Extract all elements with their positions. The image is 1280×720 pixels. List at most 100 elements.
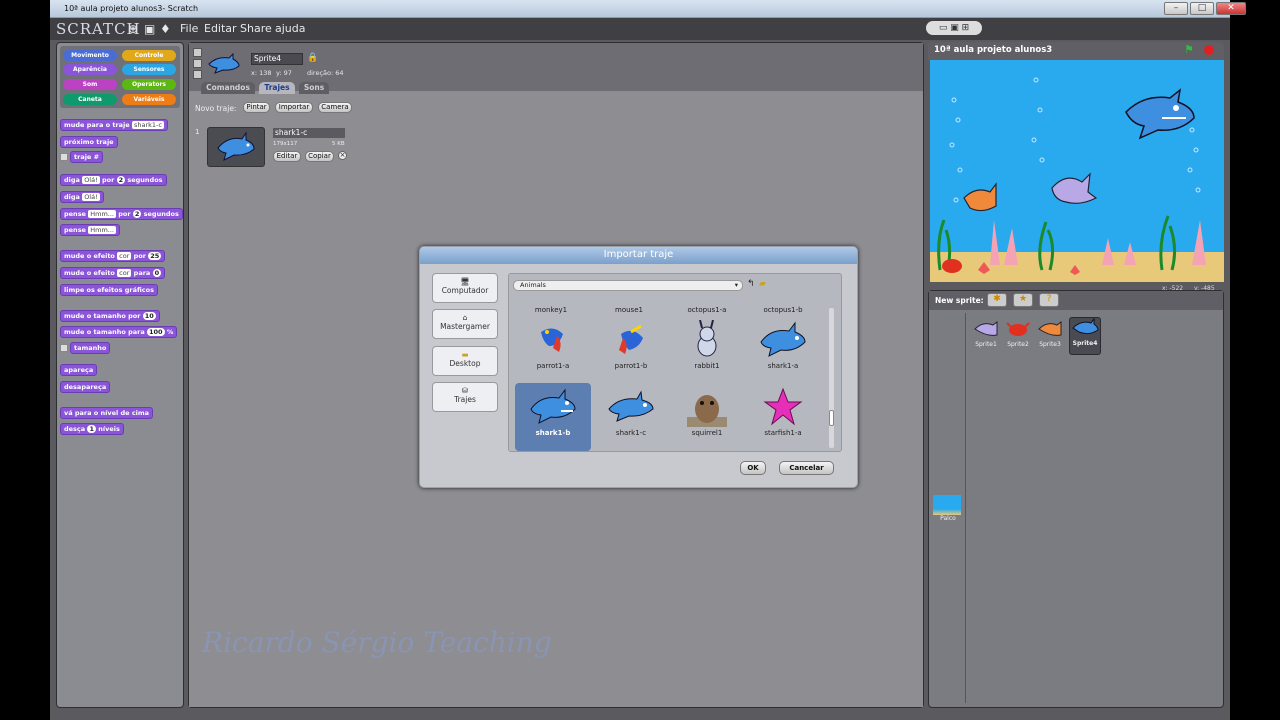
blocks-palette: Movimento Controle Aparência Sensores So… xyxy=(56,42,184,708)
block-set-effect[interactable]: mude o efeito cor para 0 xyxy=(60,267,166,279)
save-icon[interactable]: ▣ xyxy=(144,22,155,36)
category-sensing[interactable]: Sensores xyxy=(122,64,176,75)
stage-canvas[interactable] xyxy=(930,60,1224,282)
stage-mode-buttons[interactable]: ▭ ▣ ⊞ xyxy=(926,21,982,35)
sprite-direction: direção: 64 xyxy=(307,69,344,77)
copy-costume-button[interactable]: Copiar xyxy=(305,151,334,162)
file-item-octopus1-a[interactable]: octopus1-a xyxy=(669,306,745,314)
block-say[interactable]: diga Olá! xyxy=(60,191,104,203)
tab-costumes[interactable]: Trajes xyxy=(259,82,295,94)
sprite-list-pane: New sprite: ✱ ★ ? Sprite1 Sprite2 Sprite… xyxy=(928,290,1224,708)
file-item-octopus1-b[interactable]: octopus1-b xyxy=(745,306,821,314)
block-change-size[interactable]: mude o tamanho por 10 xyxy=(60,310,160,322)
new-folder-icon[interactable]: ▰ xyxy=(759,279,766,289)
block-think-for[interactable]: pense Hmm... por 2 segundos xyxy=(60,208,183,220)
menu-share[interactable]: Share xyxy=(240,22,272,35)
choose-sprite-icon[interactable]: ★ xyxy=(1013,293,1033,307)
file-item-squirrel1[interactable]: squirrel1 xyxy=(669,383,745,451)
sprite-x: x: 138 xyxy=(251,69,272,77)
size-checkbox[interactable] xyxy=(60,344,68,352)
shark-sprite xyxy=(1125,88,1195,140)
sidebar-desktop[interactable]: ▬ Desktop xyxy=(432,346,498,376)
stop-icon[interactable] xyxy=(1204,45,1214,55)
delete-costume-icon[interactable]: × xyxy=(338,151,347,160)
tab-sounds[interactable]: Sons xyxy=(299,82,329,94)
block-clear-effects[interactable]: limpe os efeitos gráficos xyxy=(60,284,158,296)
menu-help[interactable]: ajuda xyxy=(275,22,306,35)
sprite-name-field[interactable]: Sprite4 xyxy=(251,53,303,65)
file-item-starfish1-a[interactable]: starfish1-a xyxy=(745,383,821,451)
menu-file[interactable]: File xyxy=(180,22,198,35)
file-item-parrot1-a[interactable]: parrot1-a xyxy=(515,316,591,384)
rotation-style-none[interactable] xyxy=(193,70,202,79)
costume-dropdown[interactable]: shark1-c xyxy=(131,121,164,129)
block-show[interactable]: apareça xyxy=(60,364,98,376)
minimize-button[interactable]: – xyxy=(1164,2,1188,15)
random-sprite-icon[interactable]: ? xyxy=(1039,293,1059,307)
category-operators[interactable]: Operators xyxy=(122,79,176,90)
category-sound[interactable]: Som xyxy=(63,79,117,90)
folder-icon: ▬ xyxy=(461,350,469,359)
green-flag-icon[interactable]: ⚑ xyxy=(1184,43,1194,56)
category-motion[interactable]: Movimento xyxy=(63,50,117,61)
block-switch-costume[interactable]: mude para o traje shark1-c xyxy=(60,119,168,131)
folder-dropdown[interactable]: Animals ▾ xyxy=(513,280,743,291)
block-say-for[interactable]: diga Olá! por 2 segundos xyxy=(60,174,167,186)
sprite-thumb-2[interactable]: Sprite2 xyxy=(1003,319,1033,348)
up-folder-icon[interactable]: ↰ xyxy=(747,279,755,289)
costumes-icon: ⛁ xyxy=(461,386,469,395)
file-item-shark1-c[interactable]: shark1-c xyxy=(593,383,669,451)
scrollbar-thumb[interactable] xyxy=(829,410,834,426)
category-variables[interactable]: Variáveis xyxy=(122,94,176,105)
computer-icon: 🖥 xyxy=(460,277,470,286)
menu-edit[interactable]: Editar xyxy=(204,22,237,35)
paint-button[interactable]: Pintar xyxy=(243,102,270,113)
category-looks[interactable]: Aparência xyxy=(63,64,117,75)
block-change-effect[interactable]: mude o efeito cor por 25 xyxy=(60,250,166,262)
edit-costume-button[interactable]: Editar xyxy=(273,151,301,162)
block-hide[interactable]: desapareça xyxy=(60,381,111,393)
cancel-button[interactable]: Cancelar xyxy=(779,461,834,475)
file-item-parrot1-b[interactable]: parrot1-b xyxy=(593,316,669,384)
costume-thumbnail[interactable] xyxy=(207,127,265,167)
share-icon[interactable]: ♦ xyxy=(160,22,171,36)
file-item-monkey1[interactable]: monkey1 xyxy=(513,306,589,314)
file-item-shark1-b-selected[interactable]: shark1-b xyxy=(515,383,591,451)
stage-thumbnail[interactable]: Palco xyxy=(933,495,963,522)
sprite-thumb-1[interactable]: Sprite1 xyxy=(971,319,1001,348)
scrollbar-track[interactable] xyxy=(829,308,834,448)
sprite-thumb-4-selected[interactable]: Sprite4 xyxy=(1069,317,1101,355)
block-set-size[interactable]: mude o tamanho para 100 % xyxy=(60,326,178,338)
block-go-back-layers[interactable]: desça 1 níveis xyxy=(60,423,124,435)
category-pen[interactable]: Caneta xyxy=(63,94,117,105)
file-item-rabbit1[interactable]: rabbit1 xyxy=(669,316,745,384)
tab-scripts[interactable]: Comandos xyxy=(201,82,255,94)
lock-icon[interactable]: 🔒 xyxy=(307,53,318,63)
category-control[interactable]: Controle xyxy=(122,50,176,61)
paint-sprite-icon[interactable]: ✱ xyxy=(987,293,1007,307)
costume-name-field[interactable]: shark1-c xyxy=(273,128,345,138)
file-item-mouse1[interactable]: mouse1 xyxy=(591,306,667,314)
file-browser: Animals ▾ ↰ ▰ monkey1 mouse1 octopus1-a o… xyxy=(508,273,842,452)
ok-button[interactable]: OK xyxy=(740,461,766,475)
costume-checkbox[interactable] xyxy=(60,153,68,161)
sprite-thumb-3[interactable]: Sprite3 xyxy=(1035,319,1065,348)
block-size[interactable]: tamanho xyxy=(70,342,111,354)
rotation-style-full[interactable] xyxy=(193,48,202,57)
sidebar-costumes[interactable]: ⛁ Trajes xyxy=(432,382,498,412)
close-window-button[interactable]: ✕ xyxy=(1216,2,1246,15)
block-think[interactable]: pense Hmm... xyxy=(60,224,120,236)
block-text: mude para o traje xyxy=(64,121,130,129)
block-costume-number[interactable]: traje # xyxy=(70,151,104,163)
sidebar-mastergamer[interactable]: ⌂ Mastergamer xyxy=(432,309,498,339)
block-go-to-front[interactable]: vá para o nível de cima xyxy=(60,407,154,419)
rotation-style-flip[interactable] xyxy=(193,59,202,68)
sidebar-computer[interactable]: 🖥 Computador xyxy=(432,273,498,303)
camera-button[interactable]: Camera xyxy=(318,102,352,113)
block-next-costume[interactable]: próximo traje xyxy=(60,136,118,148)
shark-icon xyxy=(608,390,654,422)
file-item-shark1-a[interactable]: shark1-a xyxy=(745,316,821,384)
globe-icon[interactable]: ⊕ xyxy=(128,22,138,36)
maximize-button[interactable]: □ xyxy=(1190,2,1214,15)
import-button[interactable]: Importar xyxy=(275,102,313,113)
